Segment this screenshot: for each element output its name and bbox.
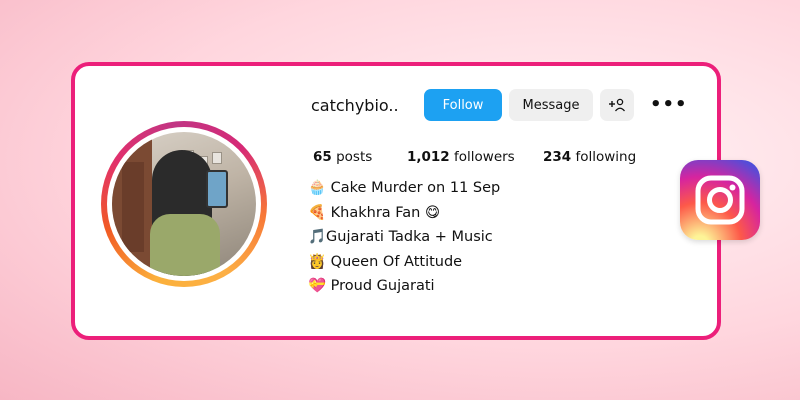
following-stat[interactable]: 234 following <box>543 149 636 165</box>
bio: 🧁 Cake Murder on 11 Sep 🍕 Khakhra Fan 😋 … <box>308 176 500 299</box>
instagram-logo-icon <box>680 160 760 240</box>
add-user-button[interactable] <box>600 89 634 121</box>
posts-stat[interactable]: 65 posts <box>313 149 372 165</box>
avatar <box>112 132 256 276</box>
posts-label: posts <box>336 149 373 165</box>
following-label: following <box>575 149 637 165</box>
bio-line: 🍕 Khakhra Fan 😋 <box>308 204 441 221</box>
story-ring[interactable] <box>101 121 267 287</box>
profile-card: catchybio.. Follow Message ••• 65 posts … <box>71 62 721 340</box>
followers-count: 1,012 <box>407 149 450 165</box>
followers-label: followers <box>454 149 515 165</box>
photo-frame <box>212 152 222 164</box>
avatar-border <box>107 127 261 281</box>
bio-line: 🧁 Cake Murder on 11 Sep <box>308 180 501 196</box>
photo-dress <box>150 214 220 276</box>
person-plus-icon <box>609 98 626 112</box>
photo-door <box>122 162 144 252</box>
bio-line: 👸 Queen Of Attitude <box>308 253 463 270</box>
bio-line: 💝 Proud Gujarati <box>308 278 435 295</box>
posts-count: 65 <box>313 149 332 165</box>
message-button[interactable]: Message <box>509 89 593 121</box>
follow-button[interactable]: Follow <box>424 89 502 121</box>
photo-phone <box>206 170 228 208</box>
followers-stat[interactable]: 1,012 followers <box>407 149 515 165</box>
more-options-icon[interactable]: ••• <box>650 94 687 115</box>
following-count: 234 <box>543 149 572 165</box>
username: catchybio.. <box>311 96 399 115</box>
bio-line: 🎵Gujarati Tadka + Music <box>308 229 493 246</box>
camera-glyph-icon <box>695 175 745 225</box>
